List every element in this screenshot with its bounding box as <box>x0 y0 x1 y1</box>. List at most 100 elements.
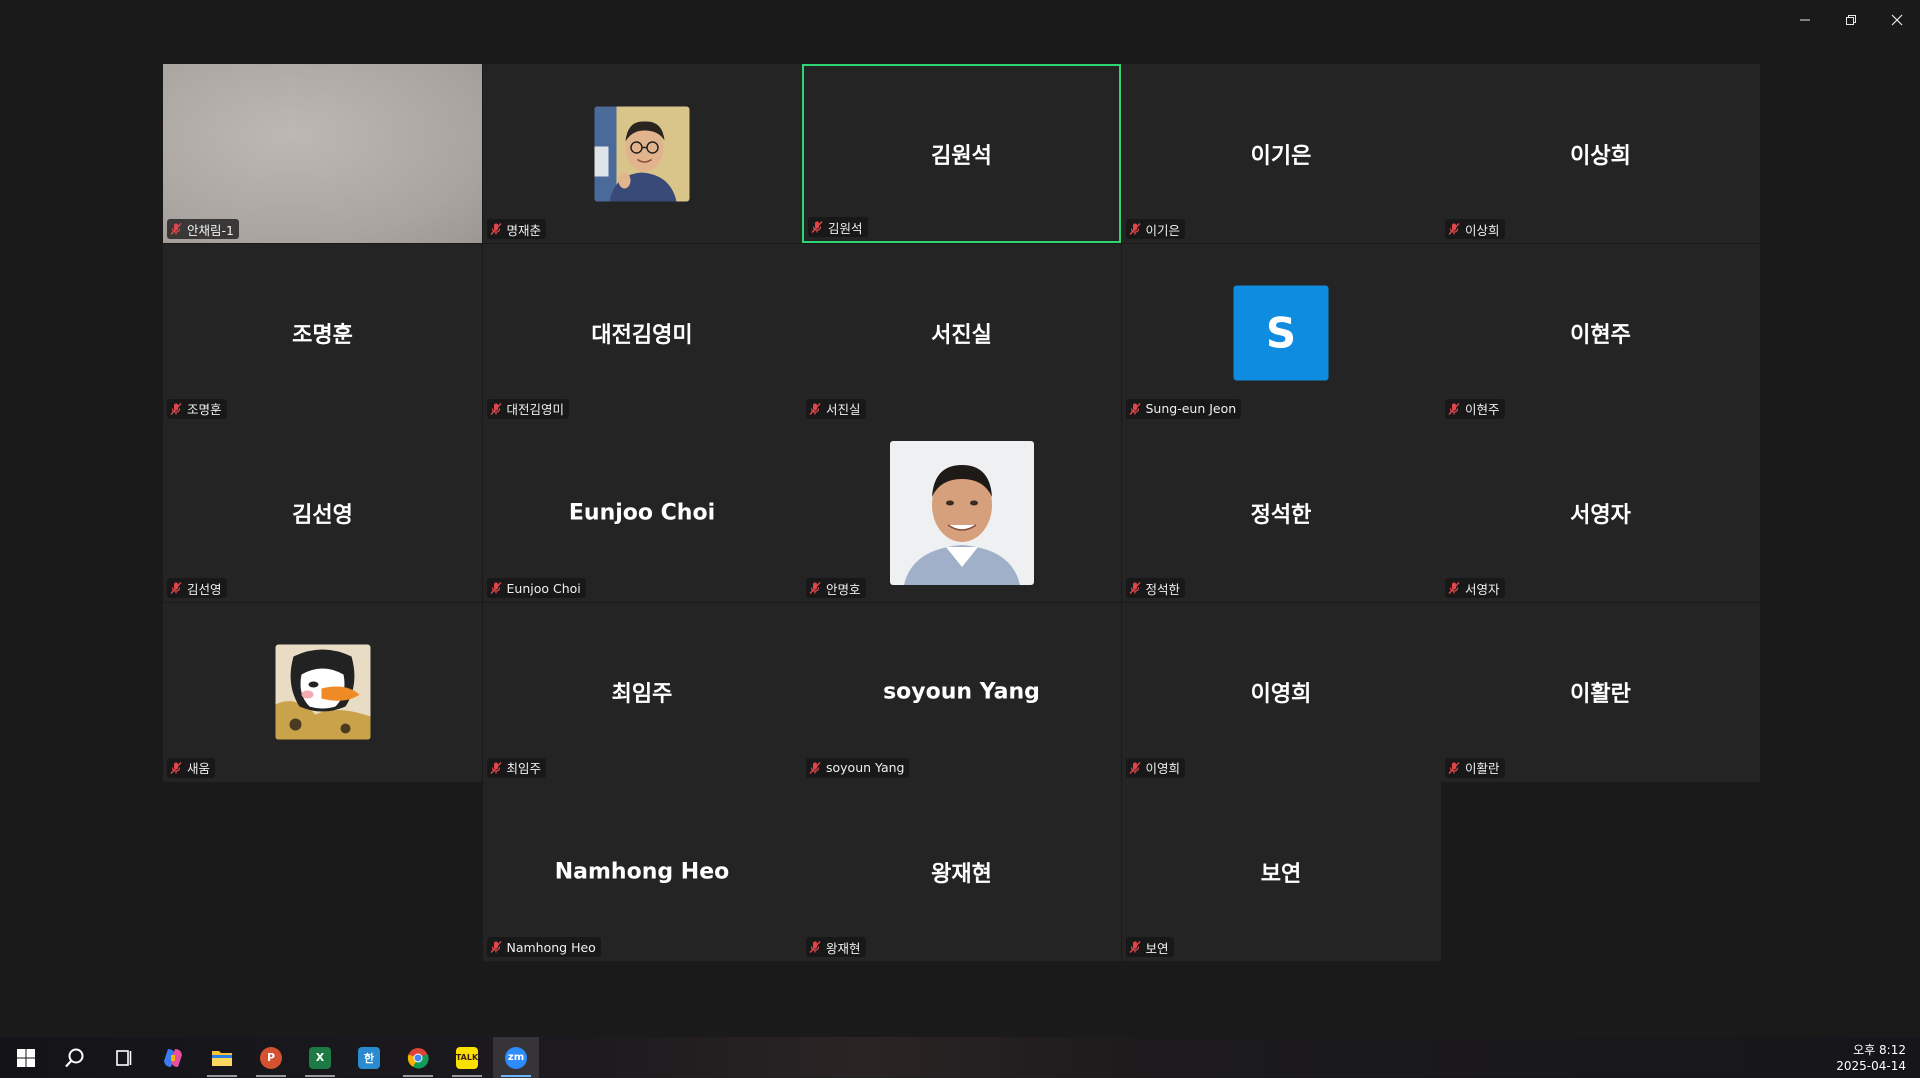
start-icon <box>16 1048 36 1068</box>
muted-mic-icon <box>170 402 182 415</box>
task-view-taskbar-button[interactable] <box>101 1037 147 1078</box>
participant-name-text: 왕재현 <box>826 940 861 956</box>
participant-name-text: 보연 <box>1145 940 1169 956</box>
muted-mic-icon <box>809 402 821 415</box>
muted-mic-icon <box>1448 582 1460 594</box>
participant-name-label: 이영희 <box>1125 757 1186 778</box>
search-taskbar-button[interactable] <box>52 1037 98 1078</box>
participant-tile[interactable]: 서영자 서영자 <box>1441 423 1760 602</box>
participant-name-text: 안명호 <box>826 581 861 597</box>
participant-name-text: 조명훈 <box>187 402 222 417</box>
participant-tile[interactable]: soyoun Yang soyoun Yang <box>802 602 1121 782</box>
excel-taskbar-button[interactable]: X <box>297 1037 343 1078</box>
powerpoint-icon: P <box>260 1046 282 1069</box>
participant-tile[interactable]: 조명훈 조명훈 <box>163 243 482 423</box>
participant-tile[interactable]: 김선영 김선영 <box>163 423 482 602</box>
participant-name-label: 이현주 <box>1445 398 1505 419</box>
participant-name-text: 명재춘 <box>506 222 542 238</box>
participant-name-label: 안채림-1 <box>167 219 239 239</box>
participant-tile[interactable]: 새움 <box>163 602 482 782</box>
participant-name-label: 새움 <box>167 757 216 778</box>
participant-name-label: 서영자 <box>1445 578 1505 598</box>
participant-name-label: 김원석 <box>808 217 868 237</box>
close-button[interactable] <box>1874 0 1920 40</box>
participant-name-label: 이기은 <box>1125 219 1186 239</box>
participant-tile[interactable]: 명재춘 <box>482 64 802 243</box>
participant-display-name: 보연 <box>1260 861 1302 887</box>
participant-tile[interactable]: 왕재현 왕재현 <box>802 782 1121 961</box>
clock-date: 2025-04-14 <box>1836 1058 1906 1073</box>
participant-display-name: 서진실 <box>931 323 992 348</box>
participant-tile[interactable]: 보연 보연 <box>1121 782 1441 961</box>
system-clock[interactable]: 오후 8:12 2025-04-14 <box>1836 1037 1906 1078</box>
chrome-taskbar-button[interactable] <box>395 1037 441 1078</box>
window-controls <box>1782 0 1920 40</box>
participant-display-name: 왕재현 <box>931 861 992 887</box>
participant-name-text: 서영자 <box>1465 581 1500 597</box>
zoom-meeting-window: 안채림-1 명재춘 김원석 김원석 이기은 이기은 이상희 이상희 조명훈 조명훈 대전김영미 대전김… <box>0 0 1920 1037</box>
participant-tile[interactable]: 이영희 이영희 <box>1121 602 1441 782</box>
restore-icon <box>1846 15 1856 25</box>
participant-name-text: 이영희 <box>1145 761 1181 776</box>
participant-display-name: 이기은 <box>1250 143 1312 169</box>
participant-tile[interactable]: 정석한 정석한 <box>1121 423 1441 602</box>
participant-tile[interactable]: 이활란 이활란 <box>1441 602 1760 782</box>
participant-tile[interactable]: 이상희 이상희 <box>1441 64 1760 243</box>
participant-name-label: Namhong Heo <box>486 937 601 957</box>
muted-mic-icon <box>1128 402 1141 415</box>
kakaotalk-taskbar-button[interactable]: TALK <box>444 1037 490 1078</box>
participant-tile[interactable]: 안채림-1 <box>163 64 482 243</box>
participant-name-label: 안명호 <box>806 578 866 598</box>
copilot-taskbar-button[interactable] <box>150 1037 196 1078</box>
participant-display-name: 이현주 <box>1570 323 1631 348</box>
participant-display-name: Namhong Heo <box>554 859 730 884</box>
participant-tile[interactable]: 서진실 서진실 <box>802 243 1121 423</box>
participant-display-name: 정석한 <box>1250 502 1312 528</box>
participant-display-name: 서영자 <box>1570 502 1631 528</box>
muted-mic-icon <box>489 582 502 594</box>
kakaotalk-icon: TALK <box>456 1046 478 1069</box>
restore-button[interactable] <box>1828 0 1874 40</box>
man-portrait-photo <box>889 440 1034 585</box>
zoom-icon: zm <box>505 1046 527 1069</box>
participant-name-text: 정석한 <box>1145 581 1181 597</box>
participant-tile[interactable]: Eunjoo Choi Eunjoo Choi <box>482 423 802 602</box>
excel-icon: X <box>309 1046 331 1069</box>
muted-mic-icon <box>1128 582 1141 594</box>
participant-name-label: 조명훈 <box>167 398 227 419</box>
participant-name-text: 대전김영미 <box>506 402 565 417</box>
participant-tile[interactable]: Namhong Heo Namhong Heo <box>482 782 802 961</box>
participant-name-label: 이활란 <box>1445 757 1505 778</box>
participant-tile[interactable]: 최임주 최임주 <box>482 602 802 782</box>
participant-name-label: 김선영 <box>167 578 227 598</box>
muted-mic-icon <box>489 941 502 953</box>
avatar-initial: S <box>1233 285 1329 381</box>
participant-tile[interactable]: 안명호 <box>802 423 1121 602</box>
participant-name-label: soyoun Yang <box>806 757 910 778</box>
participant-display-name: Eunjoo Choi <box>568 500 716 525</box>
minimize-button[interactable] <box>1782 0 1828 40</box>
participant-name-label: 보연 <box>1125 937 1174 957</box>
task-view-icon <box>114 1048 134 1068</box>
participant-tile[interactable]: 대전김영미 대전김영미 <box>482 243 802 423</box>
participant-tile[interactable]: S Sung-eun Jeon <box>1121 243 1441 423</box>
powerpoint-taskbar-button[interactable]: P <box>248 1037 294 1078</box>
penguin-avatar <box>275 644 370 740</box>
participant-name-text: 이현주 <box>1465 402 1500 417</box>
participant-name-text: 이활란 <box>1465 761 1500 776</box>
start-taskbar-button[interactable] <box>3 1037 49 1078</box>
muted-mic-icon <box>1128 223 1141 235</box>
participant-name-text: Namhong Heo <box>506 939 596 955</box>
participant-tile[interactable]: 김원석 김원석 <box>802 64 1121 243</box>
muted-mic-icon <box>489 223 502 235</box>
muted-mic-icon <box>1128 761 1141 774</box>
participant-display-name: 김원석 <box>931 143 992 169</box>
file-explorer-taskbar-button[interactable] <box>199 1037 245 1078</box>
participant-tile[interactable]: 이기은 이기은 <box>1121 64 1441 243</box>
hangul-taskbar-button[interactable]: 한 <box>346 1037 392 1078</box>
muted-mic-icon <box>1128 941 1141 953</box>
participant-name-label: Sung-eun Jeon <box>1125 398 1242 419</box>
zoom-taskbar-button[interactable]: zm <box>493 1037 539 1078</box>
participant-name-text: Eunjoo Choi <box>506 580 581 596</box>
participant-tile[interactable]: 이현주 이현주 <box>1441 243 1760 423</box>
